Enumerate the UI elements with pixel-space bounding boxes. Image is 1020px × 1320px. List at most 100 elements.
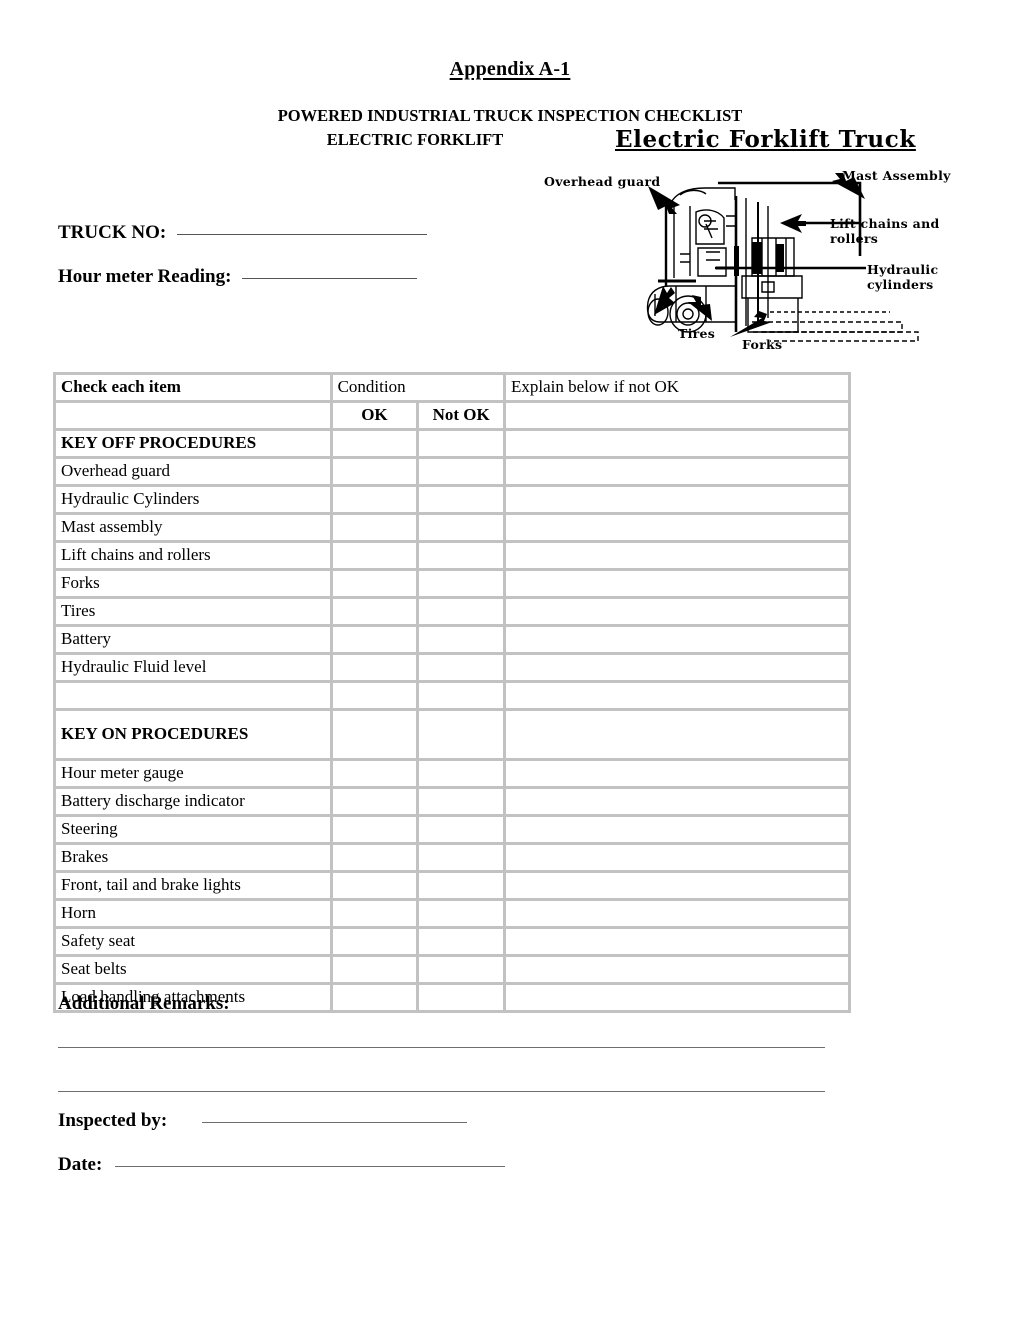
table-row: Steering <box>56 817 848 842</box>
explain-cell[interactable] <box>506 901 848 926</box>
not-ok-checkbox-cell[interactable] <box>419 683 503 708</box>
table-row: Seat belts <box>56 957 848 982</box>
not-ok-checkbox-cell[interactable] <box>419 655 503 680</box>
table-row: Tires <box>56 599 848 624</box>
hour-meter-input[interactable] <box>242 278 418 279</box>
item-label <box>56 683 330 708</box>
table-row: Front, tail and brake lights <box>56 873 848 898</box>
ok-checkbox-cell[interactable] <box>332 683 417 708</box>
ok-checkbox-cell[interactable] <box>332 599 417 624</box>
item-label: Steering <box>56 817 330 842</box>
explain-cell[interactable] <box>506 985 848 1010</box>
hour-meter-field: Hour meter Reading: <box>58 266 418 288</box>
explain-cell[interactable] <box>506 459 848 484</box>
not-ok-checkbox-cell[interactable] <box>419 459 503 484</box>
ok-checkbox-cell[interactable] <box>332 817 417 842</box>
label-tires: Tires <box>678 326 716 341</box>
explain-cell[interactable] <box>506 957 848 982</box>
subheader-not-ok: Not OK <box>419 403 503 428</box>
ok-checkbox-cell[interactable] <box>332 873 417 898</box>
label-forks: Forks <box>742 337 783 352</box>
section-header-row: KEY ON PROCEDURES <box>56 711 848 758</box>
ok-checkbox-cell[interactable] <box>332 655 417 680</box>
section-ok-cell[interactable] <box>332 431 417 456</box>
ok-checkbox-cell[interactable] <box>332 487 417 512</box>
not-ok-checkbox-cell[interactable] <box>419 515 503 540</box>
header-check-each-item: Check each item <box>56 375 330 400</box>
ok-checkbox-cell[interactable] <box>332 789 417 814</box>
section-header-row: KEY OFF PROCEDURES <box>56 431 848 456</box>
truck-no-field: TRUCK NO: <box>58 222 427 244</box>
not-ok-checkbox-cell[interactable] <box>419 543 503 568</box>
section-title-0: KEY OFF PROCEDURES <box>56 431 330 456</box>
item-label: Tires <box>56 599 330 624</box>
explain-cell[interactable] <box>506 487 848 512</box>
ok-checkbox-cell[interactable] <box>332 957 417 982</box>
label-hydraulic-line-2: cylinders <box>867 277 934 292</box>
item-label: Hour meter gauge <box>56 761 330 786</box>
date-field: Date: <box>58 1154 506 1176</box>
item-label: Hydraulic Fluid level <box>56 655 330 680</box>
ok-checkbox-cell[interactable] <box>332 985 417 1010</box>
table-row: Hour meter gauge <box>56 761 848 786</box>
ok-checkbox-cell[interactable] <box>332 543 417 568</box>
section-explain-cell[interactable] <box>506 711 848 758</box>
explain-cell[interactable] <box>506 761 848 786</box>
explain-cell[interactable] <box>506 627 848 652</box>
inspected-by-input[interactable] <box>202 1122 468 1123</box>
table-row: Safety seat <box>56 929 848 954</box>
explain-cell[interactable] <box>506 789 848 814</box>
not-ok-checkbox-cell[interactable] <box>419 845 503 870</box>
table-row: Hydraulic Cylinders <box>56 487 848 512</box>
not-ok-checkbox-cell[interactable] <box>419 761 503 786</box>
explain-cell[interactable] <box>506 845 848 870</box>
not-ok-checkbox-cell[interactable] <box>419 627 503 652</box>
not-ok-checkbox-cell[interactable] <box>419 571 503 596</box>
not-ok-checkbox-cell[interactable] <box>419 817 503 842</box>
table-row: Mast assembly <box>56 515 848 540</box>
table-header-row: Check each item Condition Explain below if… <box>56 375 848 400</box>
explain-cell[interactable] <box>506 929 848 954</box>
date-input[interactable] <box>115 1166 506 1167</box>
not-ok-checkbox-cell[interactable] <box>419 929 503 954</box>
ok-checkbox-cell[interactable] <box>332 929 417 954</box>
remarks-line-2[interactable] <box>58 1091 825 1092</box>
section-explain-cell[interactable] <box>506 431 848 456</box>
ok-checkbox-cell[interactable] <box>332 459 417 484</box>
ok-checkbox-cell[interactable] <box>332 571 417 596</box>
table-row: Brakes <box>56 845 848 870</box>
explain-cell[interactable] <box>506 655 848 680</box>
truck-no-input[interactable] <box>176 234 427 235</box>
label-lift-chains-and-rollers: Lift chains and rollers <box>830 216 940 246</box>
label-lift-chains-line-1: Lift chains and <box>830 216 940 231</box>
not-ok-checkbox-cell[interactable] <box>419 957 503 982</box>
inspection-checklist-table: Check each item Condition Explain below if… <box>53 372 851 1013</box>
ok-checkbox-cell[interactable] <box>332 627 417 652</box>
explain-cell[interactable] <box>506 571 848 596</box>
ok-checkbox-cell[interactable] <box>332 901 417 926</box>
item-label: Hydraulic Cylinders <box>56 487 330 512</box>
explain-cell[interactable] <box>506 817 848 842</box>
subheader-ok: OK <box>332 403 417 428</box>
ok-checkbox-cell[interactable] <box>332 515 417 540</box>
ok-checkbox-cell[interactable] <box>332 845 417 870</box>
explain-cell[interactable] <box>506 873 848 898</box>
table-row: Horn <box>56 901 848 926</box>
ok-checkbox-cell[interactable] <box>332 761 417 786</box>
section-not-ok-cell[interactable] <box>419 711 503 758</box>
not-ok-checkbox-cell[interactable] <box>419 487 503 512</box>
explain-cell[interactable] <box>506 515 848 540</box>
section-ok-cell[interactable] <box>332 711 417 758</box>
not-ok-checkbox-cell[interactable] <box>419 599 503 624</box>
remarks-line-1[interactable] <box>58 1047 825 1048</box>
explain-cell[interactable] <box>506 543 848 568</box>
not-ok-checkbox-cell[interactable] <box>419 873 503 898</box>
section-not-ok-cell[interactable] <box>419 431 503 456</box>
not-ok-checkbox-cell[interactable] <box>419 985 503 1010</box>
explain-cell[interactable] <box>506 599 848 624</box>
not-ok-checkbox-cell[interactable] <box>419 789 503 814</box>
not-ok-checkbox-cell[interactable] <box>419 901 503 926</box>
subtitle-line-1: POWERED INDUSTRIAL TRUCK INSPECTION CHEC… <box>277 106 743 125</box>
explain-cell[interactable] <box>506 683 848 708</box>
additional-remarks-label: Additional Remarks: <box>58 993 230 1014</box>
